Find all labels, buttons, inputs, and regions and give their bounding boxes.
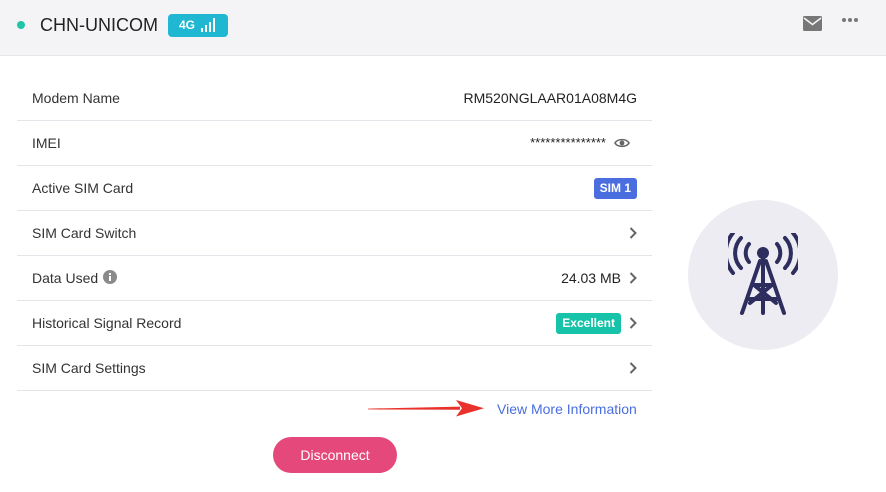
row-imei: IMEI *************** xyxy=(17,121,652,166)
row-label: Active SIM Card xyxy=(32,180,134,196)
chevron-right-icon[interactable] xyxy=(629,272,637,284)
network-type-badge: 4G xyxy=(168,14,228,37)
row-label: Modem Name xyxy=(32,90,120,106)
view-more-link[interactable]: View More Information xyxy=(497,401,637,417)
connection-status-dot xyxy=(17,21,25,29)
row-label: Data Used xyxy=(32,270,99,286)
data-used-value: 24.03 MB xyxy=(561,270,621,286)
more-icon[interactable] xyxy=(841,17,859,23)
row-sim-switch[interactable]: SIM Card Switch xyxy=(17,211,652,256)
row-label: SIM Card Settings xyxy=(32,360,146,376)
row-label: IMEI xyxy=(32,135,61,151)
row-value-wrap: *************** xyxy=(530,121,630,165)
annotation-arrow-icon xyxy=(368,400,484,417)
row-value-wrap xyxy=(629,346,637,390)
row-modem-name: Modem Name RM520NGLAAR01A08M4G xyxy=(17,76,652,121)
row-label: Historical Signal Record xyxy=(32,315,182,331)
row-value-wrap: SIM 1 xyxy=(593,166,637,210)
imei-value: *************** xyxy=(530,135,606,150)
row-value-wrap xyxy=(629,211,637,255)
row-label: SIM Card Switch xyxy=(32,225,137,241)
chevron-right-icon[interactable] xyxy=(629,227,637,239)
modem-info-list: Modem Name RM520NGLAAR01A08M4G IMEI ****… xyxy=(17,76,652,391)
row-value-wrap: Excellent xyxy=(556,301,637,345)
chevron-right-icon[interactable] xyxy=(629,317,637,329)
modem-name-value: RM520NGLAAR01A08M4G xyxy=(463,90,637,106)
row-value-wrap: RM520NGLAAR01A08M4G xyxy=(463,76,637,120)
mail-icon[interactable] xyxy=(803,16,822,31)
eye-icon[interactable] xyxy=(614,137,630,149)
chevron-right-icon[interactable] xyxy=(629,362,637,374)
row-data-used[interactable]: Data Used 24.03 MB xyxy=(17,256,652,301)
cell-tower-icon xyxy=(728,233,798,315)
signal-bars-icon xyxy=(201,18,215,32)
signal-tower-illustration xyxy=(688,200,838,350)
sim-badge: SIM 1 xyxy=(593,177,637,199)
top-bar: CHN-UNICOM 4G xyxy=(0,0,886,56)
signal-quality-badge: Excellent xyxy=(556,312,621,334)
row-signal-record[interactable]: Historical Signal Record Excellent xyxy=(17,301,652,346)
info-icon[interactable] xyxy=(103,270,117,284)
row-sim-settings[interactable]: SIM Card Settings xyxy=(17,346,652,391)
row-value-wrap: 24.03 MB xyxy=(561,256,637,300)
row-active-sim: Active SIM Card SIM 1 xyxy=(17,166,652,211)
network-type-label: 4G xyxy=(179,18,196,32)
disconnect-button[interactable]: Disconnect xyxy=(273,437,397,473)
carrier-name: CHN-UNICOM xyxy=(40,15,158,35)
